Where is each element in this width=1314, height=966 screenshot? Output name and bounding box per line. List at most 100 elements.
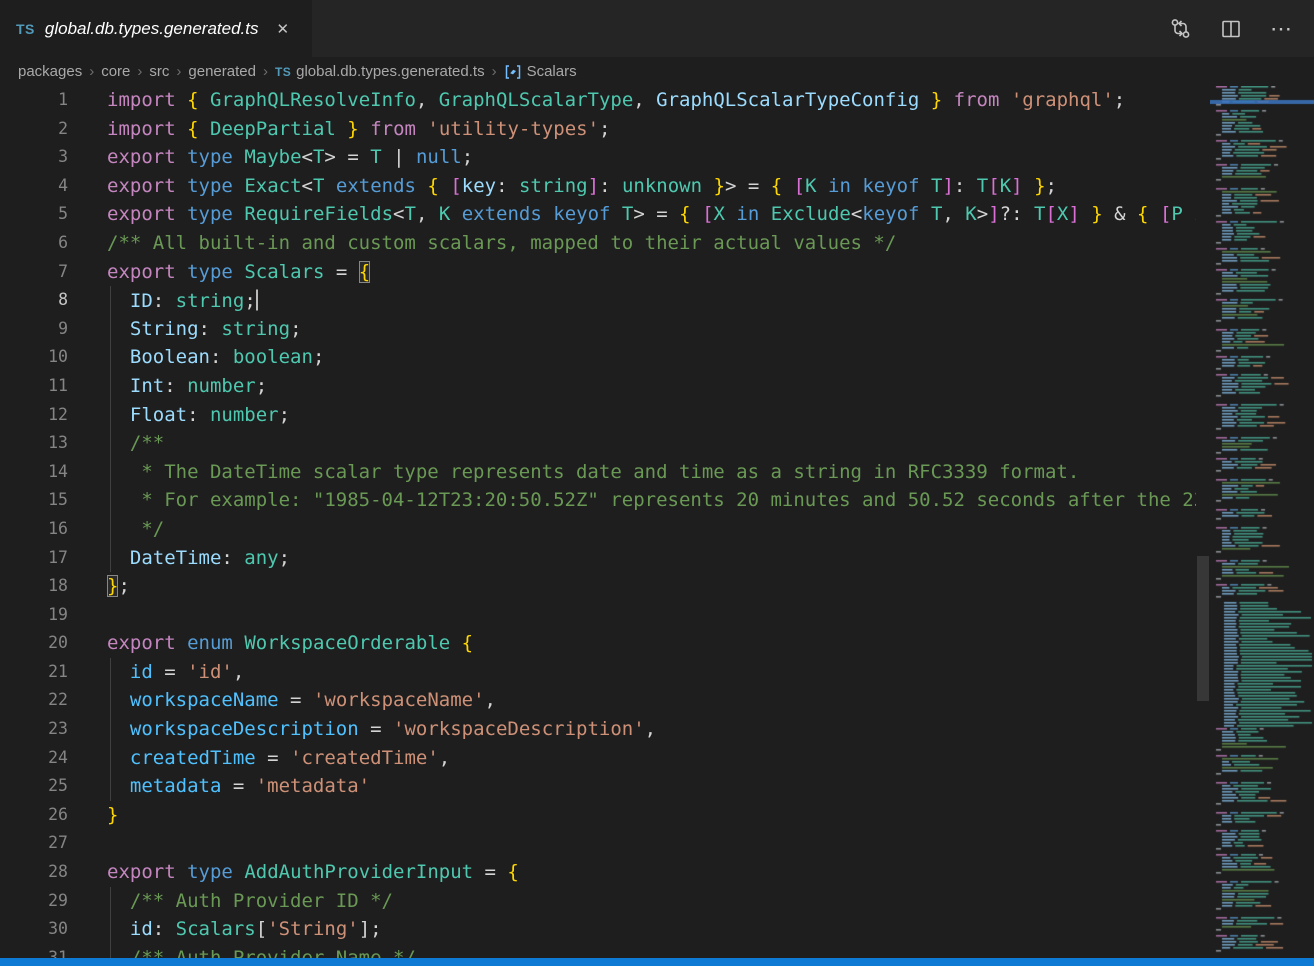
- breadcrumb-item-core[interactable]: core: [101, 63, 130, 80]
- code-line[interactable]: 15 * For example: "1985-04-12T23:20:50.5…: [0, 486, 1196, 515]
- code-line-text: workspaceName = 'workspaceName',: [107, 686, 496, 715]
- code-line[interactable]: 10 Boolean: boolean;: [0, 343, 1196, 372]
- code-line[interactable]: 21 id = 'id',: [0, 658, 1196, 687]
- text-cursor: [256, 290, 259, 311]
- code-line[interactable]: 19: [0, 601, 1196, 630]
- breadcrumb-item-generated[interactable]: generated: [188, 63, 256, 80]
- line-number[interactable]: 15: [0, 486, 68, 515]
- breadcrumb: packages › core › src › generated › TS g…: [0, 57, 1196, 86]
- code-line[interactable]: 17 DateTime: any;: [0, 544, 1196, 573]
- code-line[interactable]: 7export type Scalars = {: [0, 258, 1196, 287]
- line-number[interactable]: 16: [0, 515, 68, 544]
- line-number[interactable]: 21: [0, 658, 68, 687]
- code-line[interactable]: 4 export type Exact<T extends { [key: str…: [0, 172, 1196, 201]
- line-number[interactable]: 24: [0, 744, 68, 773]
- code-line-text: export type Exact<T extends { [key: stri…: [107, 172, 1057, 201]
- line-number[interactable]: 22: [0, 686, 68, 715]
- code-line[interactable]: 30 id: Scalars['String'];: [0, 915, 1196, 944]
- breadcrumb-item-scalars-symbol[interactable]: Scalars: [504, 63, 577, 80]
- line-number[interactable]: 20: [0, 629, 68, 658]
- code-line[interactable]: 20export enum WorkspaceOrderable {: [0, 629, 1196, 658]
- breadcrumb-item-packages[interactable]: packages: [18, 63, 82, 80]
- line-number[interactable]: 1: [0, 86, 68, 115]
- code-line[interactable]: 25 metadata = 'metadata': [0, 772, 1196, 801]
- code-line-text: Int: number;: [107, 372, 267, 401]
- code-line-text: export type Maybe<T> = T | null;: [107, 143, 473, 172]
- close-tab-icon[interactable]: ✕: [273, 18, 294, 40]
- split-editor-button[interactable]: [1220, 18, 1242, 40]
- code-line-text: id: Scalars['String'];: [107, 915, 382, 944]
- line-number[interactable]: 25: [0, 772, 68, 801]
- code-line-text: * The DateTime scalar type represents da…: [107, 458, 1079, 487]
- code-lines: 1 import { GraphQLResolveInfo, GraphQLSca…: [0, 86, 1196, 966]
- code-line[interactable]: 6/** All built-in and custom scalars, ma…: [0, 229, 1196, 258]
- line-number[interactable]: 11: [0, 372, 68, 401]
- compare-changes-icon: [1169, 17, 1192, 40]
- minimap[interactable]: [1210, 86, 1314, 958]
- code-line[interactable]: 27: [0, 829, 1196, 858]
- code-line[interactable]: 26}: [0, 801, 1196, 830]
- code-line[interactable]: 18};: [0, 572, 1196, 601]
- minimap-canvas[interactable]: [1210, 86, 1314, 958]
- code-line[interactable]: 3 export type Maybe<T> = T | null;: [0, 143, 1196, 172]
- line-number[interactable]: 23: [0, 715, 68, 744]
- line-number[interactable]: 29: [0, 887, 68, 916]
- line-number[interactable]: 26: [0, 801, 68, 830]
- code-line[interactable]: 28export type AddAuthProviderInput = {: [0, 858, 1196, 887]
- code-line-text: /** Auth Provider ID */: [107, 887, 393, 916]
- breadcrumb-item-filename[interactable]: TS global.db.types.generated.ts: [275, 63, 485, 80]
- line-number[interactable]: 19: [0, 601, 68, 630]
- line-number[interactable]: 18: [0, 572, 68, 601]
- vertical-scrollbar[interactable]: [1196, 86, 1210, 958]
- symbol-type-icon: [504, 64, 522, 80]
- code-line[interactable]: 2import { DeepPartial } from 'utility-ty…: [0, 115, 1196, 144]
- open-changes-button[interactable]: [1169, 17, 1192, 40]
- code-line[interactable]: 22 workspaceName = 'workspaceName',: [0, 686, 1196, 715]
- code-line-text: */: [107, 515, 164, 544]
- code-line-text: * For example: "1985-04-12T23:20:50.52Z"…: [107, 486, 1196, 515]
- line-number[interactable]: 14: [0, 458, 68, 487]
- code-line[interactable]: 23 workspaceDescription = 'workspaceDesc…: [0, 715, 1196, 744]
- line-number[interactable]: 13: [0, 429, 68, 458]
- code-line[interactable]: 13 /**: [0, 429, 1196, 458]
- line-number[interactable]: 7: [0, 258, 68, 287]
- code-line-text: String: string;: [107, 315, 302, 344]
- line-number[interactable]: 4: [0, 172, 68, 201]
- code-line[interactable]: 12 Float: number;: [0, 401, 1196, 430]
- line-number[interactable]: 27: [0, 829, 68, 858]
- more-actions-button[interactable]: ⋯: [1270, 18, 1292, 40]
- typescript-badge-icon: TS: [275, 65, 291, 79]
- breadcrumb-separator: ›: [137, 63, 142, 80]
- breadcrumb-separator: ›: [492, 63, 497, 80]
- code-line-text: }: [107, 801, 118, 830]
- code-line[interactable]: 24 createdTime = 'createdTime',: [0, 744, 1196, 773]
- code-line[interactable]: 5export type RequireFields<T, K extends …: [0, 200, 1196, 229]
- line-number[interactable]: 2: [0, 115, 68, 144]
- line-number[interactable]: 9: [0, 315, 68, 344]
- tab-global-db-types-generated[interactable]: TS global.db.types.generated.ts ✕: [0, 0, 312, 57]
- scrollbar-thumb[interactable]: [1197, 556, 1209, 701]
- line-number[interactable]: 3: [0, 143, 68, 172]
- breadcrumb-symbol-label: Scalars: [527, 63, 577, 80]
- code-line[interactable]: 29 /** Auth Provider ID */: [0, 887, 1196, 916]
- code-line[interactable]: 16 */: [0, 515, 1196, 544]
- line-number[interactable]: 12: [0, 401, 68, 430]
- line-number[interactable]: 28: [0, 858, 68, 887]
- code-line-text: import { GraphQLResolveInfo, GraphQLScal…: [107, 86, 1125, 115]
- code-line[interactable]: 8 ID: string;: [0, 286, 1196, 315]
- code-editor[interactable]: 1 import { GraphQLResolveInfo, GraphQLSca…: [0, 86, 1196, 966]
- breadcrumb-separator: ›: [89, 63, 94, 80]
- breadcrumb-filename-label: global.db.types.generated.ts: [296, 63, 484, 80]
- line-number[interactable]: 17: [0, 544, 68, 573]
- breadcrumb-item-src[interactable]: src: [149, 63, 169, 80]
- code-line[interactable]: 11 Int: number;: [0, 372, 1196, 401]
- line-number[interactable]: 30: [0, 915, 68, 944]
- code-line[interactable]: 9 String: string;: [0, 315, 1196, 344]
- code-line[interactable]: 1 import { GraphQLResolveInfo, GraphQLSca…: [0, 86, 1196, 115]
- line-number[interactable]: 10: [0, 343, 68, 372]
- line-number[interactable]: 5: [0, 200, 68, 229]
- code-line-text: createdTime = 'createdTime',: [107, 744, 450, 773]
- line-number[interactable]: 8: [0, 286, 68, 315]
- line-number[interactable]: 6: [0, 229, 68, 258]
- code-line[interactable]: 14 * The DateTime scalar type represents…: [0, 458, 1196, 487]
